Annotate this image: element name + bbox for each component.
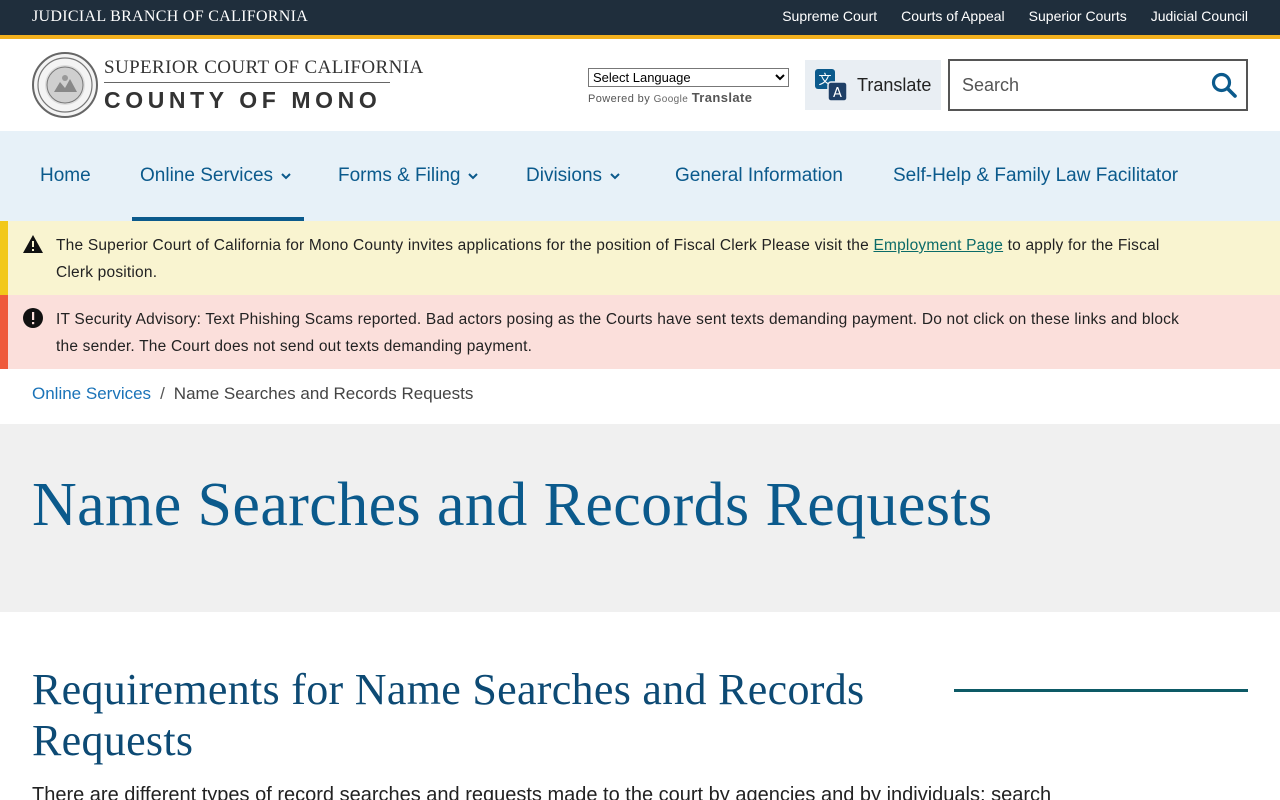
translate-button-label: Translate	[857, 74, 932, 95]
page-title-band: Name Searches and Records Requests	[0, 424, 1280, 612]
section-heading: Requirements for Name Searches and Recor…	[32, 665, 865, 765]
google-translate-credit: Powered by Google Translate	[588, 90, 752, 105]
nav-online-services[interactable]: Online Services	[131, 131, 305, 221]
court-name-divider	[104, 82, 390, 83]
breadcrumb-separator: /	[160, 384, 165, 403]
nav-divisions-label: Divisions	[526, 165, 603, 186]
search-icon	[1211, 72, 1237, 98]
warning-alert: The Superior Court of California for Mon…	[0, 221, 1280, 295]
breadcrumb: Online Services / Name Searches and Reco…	[32, 384, 473, 404]
court-name-line2[interactable]: COUNTY OF MONO	[104, 87, 381, 114]
warning-triangle-icon	[23, 235, 43, 253]
nav-home-label: Home	[40, 165, 91, 186]
chevron-down-icon	[610, 173, 620, 180]
employment-page-link[interactable]: Employment Page	[873, 237, 1003, 254]
supreme-court-link[interactable]: Supreme Court	[782, 8, 877, 24]
security-alert-stripe	[0, 295, 8, 369]
breadcrumb-current: Name Searches and Records Requests	[173, 384, 474, 403]
court-name-line1[interactable]: SUPERIOR COURT OF CALIFORNIA	[104, 57, 424, 79]
nav-self-help[interactable]: Self-Help & Family Law Facilitator	[893, 131, 1178, 221]
warning-text-before: The Superior Court of California for Mon…	[56, 237, 874, 254]
translate-brand-label: Translate	[691, 90, 753, 105]
search-input[interactable]	[950, 61, 1200, 109]
nav-general-information[interactable]: General Information	[675, 131, 843, 221]
nav-forms-filing[interactable]: Forms & Filing	[338, 131, 479, 221]
seal-icon	[37, 57, 93, 113]
warning-alert-stripe	[0, 221, 8, 295]
section-body-text: There are different types of record sear…	[32, 784, 1052, 800]
judicial-council-link[interactable]: Judicial Council	[1151, 8, 1248, 24]
security-alert-text: IT Security Advisory: Text Phishing Scam…	[56, 311, 1180, 355]
translate-button[interactable]: 文 A Translate	[805, 60, 941, 110]
chevron-down-icon	[468, 173, 479, 180]
courts-of-appeal-link[interactable]: Courts of Appeal	[901, 8, 1005, 24]
page-title: Name Searches and Records Requests	[32, 471, 993, 539]
google-logo: Google	[653, 94, 689, 105]
chevron-down-icon	[281, 173, 291, 180]
nav-forms-filing-label: Forms & Filing	[338, 165, 461, 186]
search-button[interactable]	[1210, 71, 1238, 99]
superior-courts-link[interactable]: Superior Courts	[1029, 8, 1127, 24]
powered-by-label: Powered by	[588, 93, 651, 105]
nav-self-help-label: Self-Help & Family Law Facilitator	[893, 165, 1179, 186]
exclamation-circle-icon	[23, 308, 43, 328]
svg-text:A: A	[833, 86, 842, 101]
nav-online-services-label: Online Services	[140, 165, 274, 186]
site-header: SUPERIOR COURT OF CALIFORNIA COUNTY OF M…	[0, 39, 1280, 131]
translate-icon: 文 A	[815, 69, 848, 102]
nav-home[interactable]: Home	[40, 131, 91, 221]
search-box	[948, 59, 1248, 111]
utility-links: Supreme Court Courts of Appeal Superior …	[782, 8, 1248, 24]
breadcrumb-online-services[interactable]: Online Services	[32, 384, 151, 404]
nav-general-information-label: General Information	[675, 165, 843, 186]
language-select[interactable]: Select Language	[588, 68, 789, 87]
utility-bar: JUDICIAL BRANCH OF CALIFORNIA Supreme Co…	[0, 0, 1280, 35]
security-alert: IT Security Advisory: Text Phishing Scam…	[0, 295, 1280, 369]
judicial-branch-label: JUDICIAL BRANCH OF CALIFORNIA	[32, 8, 309, 25]
nav-divisions[interactable]: Divisions	[526, 131, 621, 221]
section-heading-rule	[954, 689, 1248, 692]
court-seal-logo[interactable]	[32, 52, 98, 118]
warning-alert-text: The Superior Court of California for Mon…	[56, 232, 1186, 286]
main-navigation: Home Online Services Forms & Filing Divi…	[0, 131, 1280, 221]
